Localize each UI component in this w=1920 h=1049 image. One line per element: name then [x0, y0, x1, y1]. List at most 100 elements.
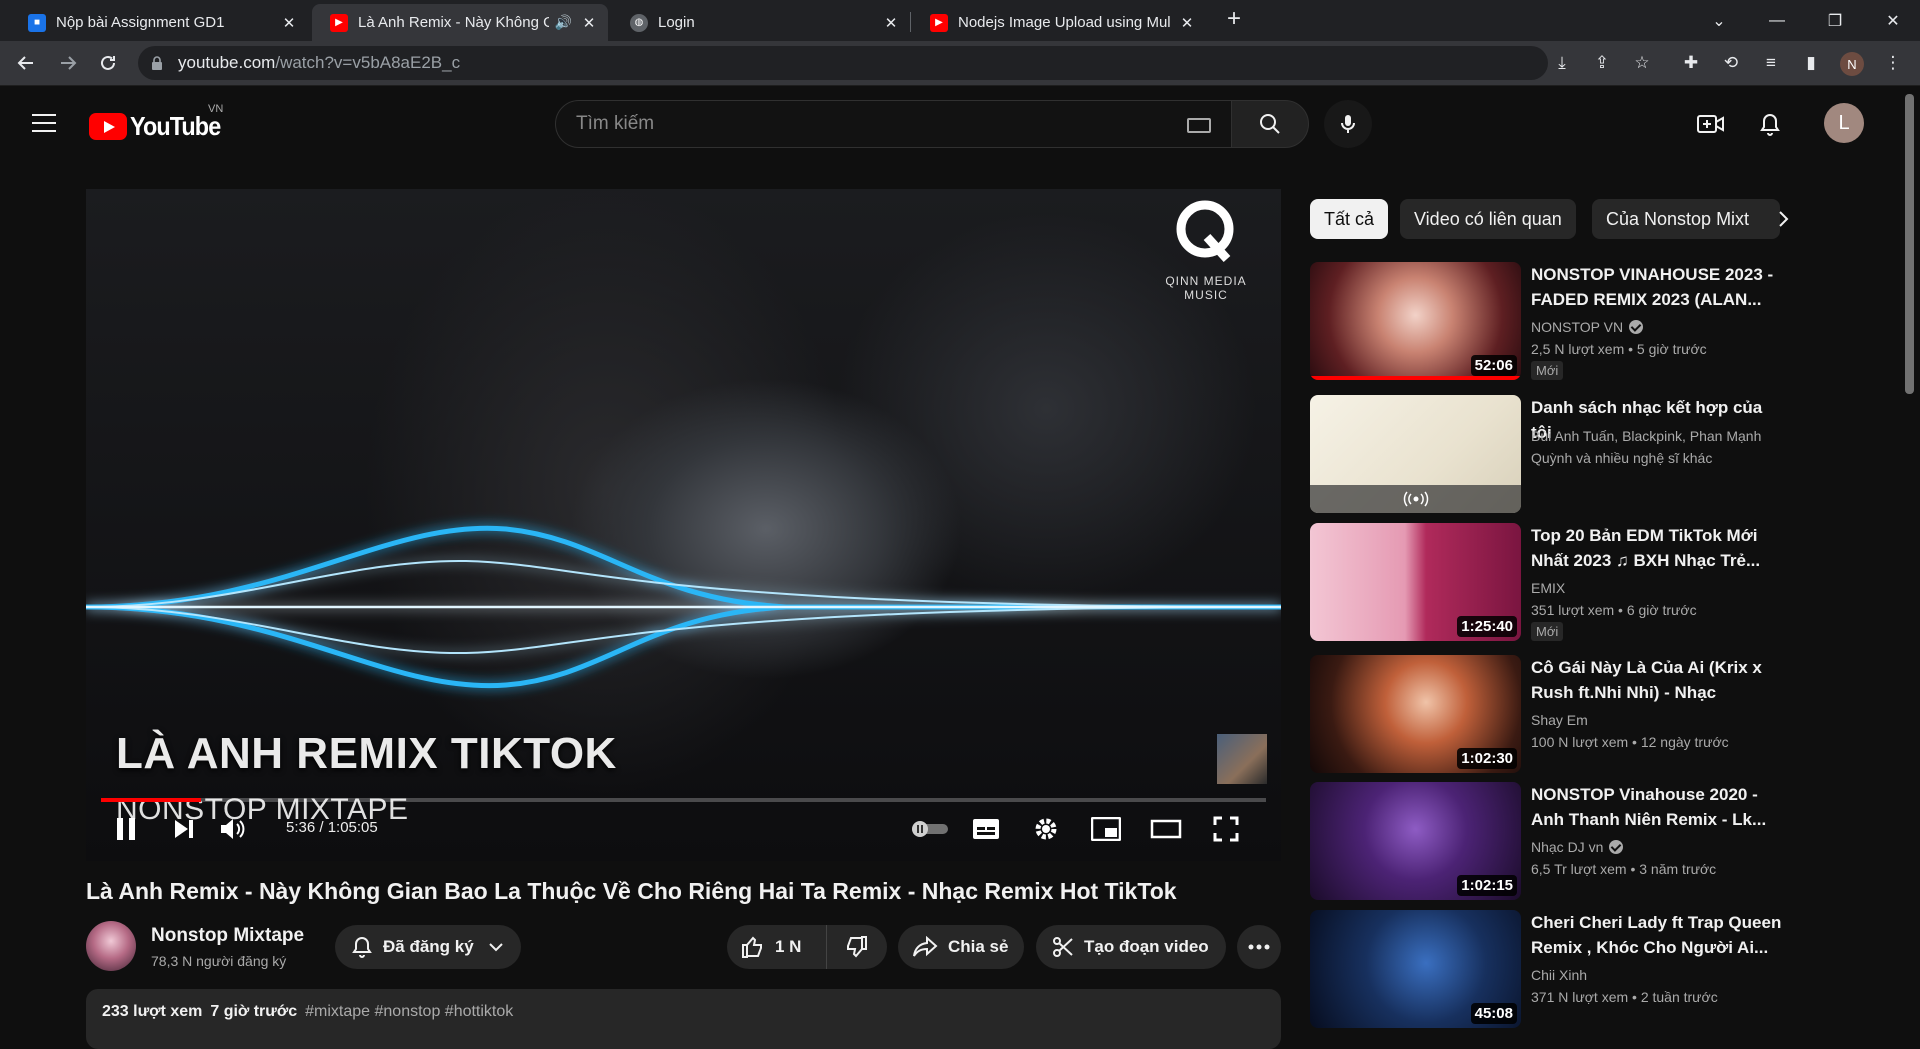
share-page-icon[interactable]: ⇪ — [1589, 50, 1615, 76]
browser-tab-nodejs[interactable]: ▶ Nodejs Image Upload using Mul ✕ — [912, 4, 1206, 41]
address-bar[interactable]: youtube.com/watch?v=v5bA8aE2B_c — [138, 46, 1548, 80]
forward-button[interactable] — [52, 47, 84, 79]
arrow-left-icon — [17, 56, 33, 70]
mix-thumbnail[interactable] — [1310, 395, 1521, 513]
subtitles-button[interactable] — [966, 811, 1006, 847]
chip-channel[interactable]: Của Nonstop Mixt — [1592, 199, 1780, 239]
video-thumbnail[interactable]: 1:25:40 — [1310, 523, 1521, 641]
new-tab-button[interactable]: + — [1220, 6, 1248, 34]
video-title: NONSTOP VINAHOUSE 2023 - FADED REMIX 202… — [1531, 265, 1774, 309]
channel-avatar[interactable] — [86, 921, 136, 971]
search-box[interactable] — [555, 100, 1232, 148]
channel-name[interactable]: Nonstop Mixtape — [151, 925, 304, 947]
fullscreen-button[interactable] — [1206, 811, 1246, 847]
browser-menu-icon[interactable]: ⋮ — [1880, 50, 1906, 76]
next-button[interactable] — [166, 811, 202, 847]
browser-tab-assignment[interactable]: ■ Nộp bài Assignment GD1 ✕ — [10, 4, 308, 41]
fullscreen-icon — [1213, 816, 1239, 842]
browser-tab-login[interactable]: ◍ Login ✕ — [612, 4, 910, 41]
browser-tab-youtube[interactable]: ▶ Là Anh Remix - Này Không G 🔊 ✕ — [312, 4, 608, 41]
close-window-button[interactable]: ✕ — [1864, 0, 1920, 41]
like-button[interactable]: 1 N — [727, 925, 827, 969]
back-button[interactable] — [10, 47, 42, 79]
page-scrollbar[interactable] — [1905, 94, 1914, 394]
youtube-header: YouTube VN L — [0, 87, 1920, 161]
search-button[interactable] — [1231, 100, 1309, 148]
mix-overlay — [1310, 485, 1521, 513]
reload-button[interactable] — [92, 47, 124, 79]
video-player[interactable]: QINN MEDIA MUSIC LÀ ANH REMIX TIKTOK NON… — [86, 189, 1281, 861]
video-thumbnail[interactable]: 1:02:30 — [1310, 655, 1521, 773]
settings-button[interactable] — [1026, 811, 1066, 847]
video-thumbnail[interactable]: 1:02:15 — [1310, 782, 1521, 900]
bookmark-star-icon[interactable]: ☆ — [1629, 50, 1655, 76]
recommended-mix[interactable]: Danh sách nhạc kết hợp của tôi Bùi Anh T… — [1310, 395, 1790, 513]
close-tab-icon[interactable]: ✕ — [1178, 14, 1196, 32]
speaker-icon[interactable]: 🔊 — [555, 14, 572, 31]
url-host: youtube.com — [178, 53, 276, 72]
more-actions-button[interactable] — [1237, 925, 1281, 969]
chip-all[interactable]: Tất cả — [1310, 199, 1389, 239]
share-arrow-icon — [913, 936, 938, 957]
video-thumbnail[interactable]: 52:06 — [1310, 262, 1521, 380]
dislike-button[interactable] — [827, 925, 885, 969]
voice-search-button[interactable] — [1324, 100, 1372, 148]
install-app-icon[interactable]: ⤓ — [1549, 50, 1575, 76]
share-label: Chia sẻ — [948, 937, 1009, 956]
chip-related[interactable]: Video có liên quan — [1400, 199, 1576, 239]
volume-button[interactable] — [214, 811, 250, 847]
notifications-button[interactable] — [1754, 108, 1786, 140]
maximize-button[interactable]: ❐ — [1806, 0, 1864, 41]
search-input[interactable] — [576, 113, 1136, 135]
theater-mode-button[interactable] — [1146, 811, 1186, 847]
clip-button[interactable]: Tạo đoạn video — [1036, 925, 1226, 969]
minimize-button[interactable]: — — [1748, 0, 1806, 41]
account-avatar[interactable]: L — [1824, 103, 1864, 143]
recommended-video[interactable]: 1:02:30 Cô Gái Này Là Của Ai (Krix x Rus… — [1310, 655, 1790, 773]
verified-check-icon — [1629, 320, 1644, 334]
close-tab-icon[interactable]: ✕ — [280, 14, 298, 32]
recommended-video[interactable]: 52:06 NONSTOP VINAHOUSE 2023 - FADED REM… — [1310, 262, 1790, 380]
recommended-video[interactable]: 1:02:15 NONSTOP Vinahouse 2020 - Anh Tha… — [1310, 782, 1790, 900]
chips-next-button[interactable] — [1770, 206, 1796, 232]
share-button[interactable]: Chia sẻ — [898, 925, 1024, 969]
pause-icon — [117, 818, 135, 840]
create-video-button[interactable] — [1695, 108, 1727, 140]
extensions-puzzle-icon[interactable]: ✚ — [1678, 50, 1704, 76]
progress-bar[interactable] — [101, 798, 1266, 802]
video-thumbnail[interactable]: 45:08 — [1310, 910, 1521, 1028]
description-box[interactable]: 233 lượt xem 7 giờ trước #mixtape #nonstop… — [86, 989, 1281, 1049]
pause-button[interactable] — [108, 811, 144, 847]
recommended-video[interactable]: 45:08 Cheri Cheri Lady ft Trap Queen Rem… — [1310, 910, 1790, 1028]
youtube-favicon-icon: ▶ — [330, 13, 348, 32]
media-control-icon[interactable]: ≡ — [1758, 50, 1784, 76]
extension-icon[interactable]: ⟲ — [1718, 50, 1744, 76]
thumbs-up-icon — [742, 936, 762, 958]
menu-icon[interactable] — [32, 114, 56, 132]
tab-search-icon[interactable]: ⌄ — [1690, 0, 1748, 41]
tab-title: Nodejs Image Upload using Mul — [958, 14, 1171, 31]
subscribed-button[interactable]: Đã đăng ký — [335, 925, 521, 969]
like-count: 1 N — [775, 937, 802, 956]
side-panel-icon[interactable]: ▮ — [1798, 50, 1824, 76]
tab-separator — [910, 12, 911, 32]
new-badge: Mới — [1531, 622, 1564, 641]
arrow-right-icon — [61, 56, 77, 70]
google-classroom-icon: ■ — [28, 13, 46, 32]
hashtags[interactable]: #mixtape #nonstop #hottiktok — [305, 1003, 513, 1020]
new-badge: Mới — [1531, 361, 1564, 380]
lock-icon[interactable] — [150, 56, 164, 70]
keyboard-icon[interactable] — [1187, 118, 1211, 133]
q-logo-icon — [1176, 200, 1234, 263]
recommended-video[interactable]: 1:25:40 Top 20 Bản EDM TikTok Mới Nhất 2… — [1310, 523, 1790, 641]
browser-profile-avatar[interactable]: N — [1840, 52, 1864, 76]
close-tab-icon[interactable]: ✕ — [882, 14, 900, 32]
video-overlay-title: LÀ ANH REMIX TIKTOK — [116, 729, 617, 778]
volume-icon — [221, 819, 245, 839]
autoplay-toggle[interactable] — [908, 811, 952, 847]
youtube-logo[interactable]: YouTube VN — [89, 103, 230, 142]
video-duration: 1:25:40 — [1457, 616, 1517, 637]
miniplayer-button[interactable] — [1086, 811, 1126, 847]
end-screen-thumbnail[interactable] — [1217, 734, 1267, 784]
close-tab-icon[interactable]: ✕ — [580, 14, 598, 32]
